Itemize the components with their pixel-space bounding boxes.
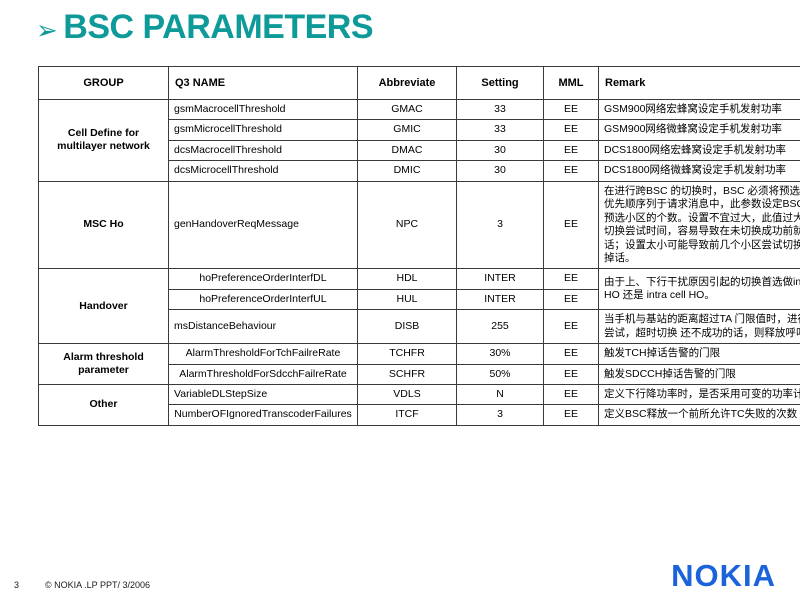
setting-cell: 3: [456, 404, 544, 426]
remark-cell: 触发TCH掉话告警的门限: [598, 343, 800, 365]
mml-cell: EE: [543, 363, 599, 386]
table-header: GROUP Q3 NAME Abbreviate Setting MML Rem…: [38, 66, 800, 100]
nokia-logo: NOKIA: [671, 558, 776, 593]
remark-cell: 由于上、下行干扰原因引起的切换首选做inter cell HO 还是 intra…: [598, 268, 800, 311]
remark-cell: 触发SDCCH掉话告警的门限: [598, 363, 800, 386]
setting-cell: 255: [456, 309, 544, 345]
mml-cell: EE: [543, 383, 599, 406]
setting-cell: 30: [456, 160, 544, 182]
mml-cell: EE: [543, 268, 599, 290]
q3-name-cell: AlarmThresholdForSdcchFailreRate: [168, 363, 358, 386]
footer-page-number: 3: [14, 580, 20, 590]
remark-cell: 在进行跨BSC 的切换时，BSC 必须将预选小区按优先顺序列于请求消息中，此参数…: [598, 180, 800, 270]
bsc-parameters-table: GROUP Q3 NAME Abbreviate Setting MML Rem…: [38, 66, 800, 426]
abbreviate-cell: SCHFR: [357, 363, 457, 386]
page-title-text: BSC PARAMETERS: [63, 8, 374, 46]
setting-cell: N: [456, 383, 544, 406]
setting-cell: INTER: [456, 268, 544, 290]
table-row: Alarm threshold parameter AlarmThresholdF…: [38, 343, 800, 385]
group-cell: Alarm threshold parameter: [38, 343, 169, 385]
q3-name-cell: msDistanceBehaviour: [168, 309, 358, 345]
column-header-q3-name: Q3 NAME: [168, 66, 358, 100]
abbreviate-cell: HUL: [357, 288, 457, 311]
mml-cell: EE: [543, 119, 599, 141]
abbreviate-cell: DMAC: [357, 139, 457, 162]
abbreviate-cell: VDLS: [357, 383, 457, 406]
bullet-arrow-icon: ➢: [36, 14, 58, 45]
remark-cell: 当手机与基站的距离超过TA 门限值时，进行切换 尝试，超时切换 还不成功的话，则…: [598, 309, 800, 345]
remark-cell: GSM900网络宏蜂窝设定手机发射功率: [598, 98, 800, 121]
q3-name-cell: hoPreferenceOrderInterfUL: [168, 288, 358, 311]
column-header-setting: Setting: [456, 66, 544, 100]
q3-name-cell: dcsMicrocellThreshold: [168, 160, 358, 182]
q3-name-cell: gsmMacrocellThreshold: [168, 98, 358, 121]
q3-name-cell: dcsMacrocellThreshold: [168, 139, 358, 162]
remark-cell: DCS1800网络宏蜂窝设定手机发射功率: [598, 139, 800, 162]
setting-cell: INTER: [456, 288, 544, 311]
table-row: Handover hoPreferenceOrderInterfDL HDL INTE…: [38, 268, 800, 345]
group-cell: MSC Ho: [38, 180, 169, 270]
mml-cell: EE: [543, 180, 599, 270]
setting-cell: 33: [456, 119, 544, 141]
abbreviate-cell: GMAC: [357, 98, 457, 121]
abbreviate-cell: TCHFR: [357, 343, 457, 365]
mml-cell: EE: [543, 288, 599, 311]
slide-footer: 3 © NOKIA .LP PPT/ 3/2006 NOKIA: [0, 558, 800, 600]
page-title: ➢ BSC PARAMETERS: [36, 8, 374, 47]
mml-cell: EE: [543, 139, 599, 162]
mml-cell: EE: [543, 98, 599, 121]
remark-cell: 定义BSC释放一个前所允许TC失败的次数: [598, 404, 800, 426]
group-cell: Other: [38, 384, 169, 426]
abbreviate-cell: DISB: [357, 309, 457, 345]
table-header-row: GROUP Q3 NAME Abbreviate Setting MML Rem…: [38, 66, 800, 100]
mml-cell: EE: [543, 160, 599, 182]
q3-name-cell: hoPreferenceOrderInterfDL: [168, 268, 358, 290]
column-header-mml: MML: [543, 66, 599, 100]
abbreviate-cell: ITCF: [357, 404, 457, 426]
mml-cell: EE: [543, 309, 599, 345]
group-cell: Cell Define for multilayer network: [38, 99, 169, 182]
q3-name-cell: VariableDLStepSize: [168, 383, 358, 406]
mml-cell: EE: [543, 404, 599, 426]
abbreviate-cell: HDL: [357, 268, 457, 290]
remark-cell: DCS1800网络微蜂窝设定手机发射功率: [598, 160, 800, 182]
setting-cell: 30%: [456, 343, 544, 365]
q3-name-cell: AlarmThresholdForTchFailreRate: [168, 343, 358, 365]
remark-cell: 定义下行降功率时，是否采用可变的功率计算步长: [598, 383, 800, 406]
column-header-remark: Remark: [598, 66, 800, 100]
remark-cell: GSM900网络微蜂窝设定手机发射功率: [598, 119, 800, 141]
mml-cell: EE: [543, 343, 599, 365]
table-body: Cell Define for multilayer network gsmMac…: [38, 98, 800, 426]
table-row: MSC Ho genHandoverReqMessage NPC 3 EE 在进行跨BSC…: [38, 180, 800, 270]
setting-cell: 30: [456, 139, 544, 162]
abbreviate-cell: GMIC: [357, 119, 457, 141]
footer-copyright: © NOKIA .LP PPT/ 3/2006: [45, 580, 151, 590]
abbreviate-cell: NPC: [357, 180, 457, 270]
abbreviate-cell: DMIC: [357, 160, 457, 182]
q3-name-cell: NumberOFIgnoredTranscoderFailures: [168, 404, 358, 426]
table-row: Cell Define for multilayer network gsmMac…: [38, 98, 800, 182]
group-cell: Handover: [38, 268, 169, 345]
setting-cell: 50%: [456, 363, 544, 386]
column-header-abbreviate: Abbreviate: [357, 66, 457, 100]
table-row: Other VariableDLStepSize VDLS N EE 定义下行降功率时，是…: [38, 383, 800, 426]
setting-cell: 3: [456, 180, 544, 270]
q3-name-cell: gsmMicrocellThreshold: [168, 119, 358, 141]
q3-name-cell: genHandoverReqMessage: [168, 180, 358, 270]
column-header-group: GROUP: [38, 66, 169, 100]
setting-cell: 33: [456, 98, 544, 121]
